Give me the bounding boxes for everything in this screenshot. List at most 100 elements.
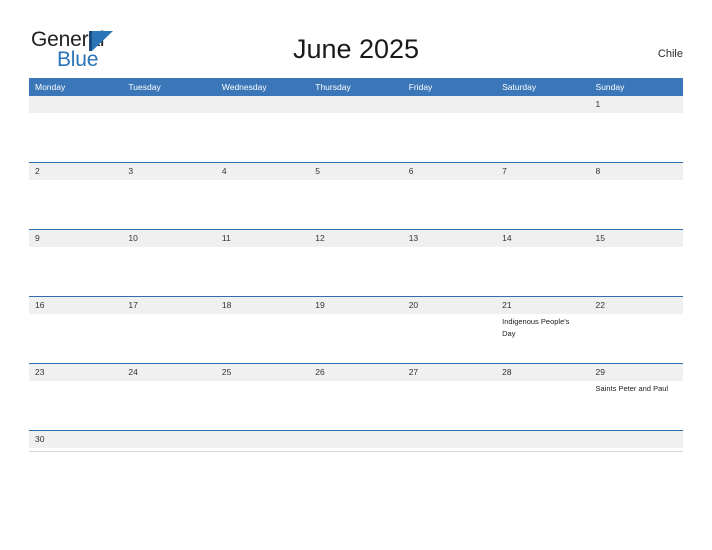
calendar-day-cell[interactable]: 27 [402, 364, 497, 430]
calendar-day-cell[interactable]: 16 [29, 297, 123, 363]
calendar-day-cell[interactable]: 18 [215, 297, 310, 363]
calendar-day-cell[interactable]: 10 [122, 230, 216, 296]
calendar-day-cell[interactable]: 17 [122, 297, 216, 363]
calendar-day-cell[interactable]: 20 [402, 297, 497, 363]
calendar-day-number: 2 [29, 163, 123, 180]
calendar-day-cell[interactable]: 11 [215, 230, 310, 296]
calendar-day-cell[interactable]: 2 [29, 163, 123, 229]
calendar-week-cells: 23 24 25 26 27 28 29 Saints Peter and Paul [29, 364, 683, 430]
calendar-day-number [122, 431, 216, 448]
calendar-day-number [29, 96, 123, 113]
calendar-day-cell[interactable]: 14 [496, 230, 590, 296]
calendar-week-cells: 9 10 11 12 13 14 15 [29, 230, 683, 296]
weekday-header-friday: Friday [408, 82, 433, 92]
calendar-day-number: 7 [496, 163, 590, 180]
calendar-day-cell-empty [122, 431, 216, 451]
calendar-day-number: 14 [496, 230, 590, 247]
weekday-header-monday: Monday [35, 82, 66, 92]
calendar-weeks: 1 2 3 4 5 6 7 8 9 10 11 12 13 14 15 16 17 18 19 20 21 Indigen… [29, 96, 683, 451]
calendar-page: General Blue June 2025 Chile Monday Tues… [0, 0, 712, 550]
calendar-day-cell[interactable]: 23 [29, 364, 123, 430]
calendar-day-number: 26 [309, 364, 403, 381]
calendar-day-cell[interactable]: 7 [496, 163, 590, 229]
calendar-day-cell-empty [402, 431, 497, 451]
calendar-day-cell[interactable]: 9 [29, 230, 123, 296]
calendar-day-number [215, 96, 310, 113]
calendar-day-number: 9 [29, 230, 123, 247]
calendar-day-cell[interactable]: 5 [309, 163, 403, 229]
calendar-week-row: 16 17 18 19 20 21 Indigenous People's Day 22 [29, 296, 683, 363]
calendar-day-number: 23 [29, 364, 123, 381]
calendar-day-cell-empty [122, 96, 216, 162]
calendar-day-number: 22 [589, 297, 683, 314]
calendar-week-row: 30 [29, 430, 683, 451]
calendar-day-number: 5 [309, 163, 403, 180]
calendar-day-number: 24 [122, 364, 216, 381]
calendar-day-number: 18 [215, 297, 310, 314]
calendar-day-number: 11 [215, 230, 310, 247]
calendar-day-cell[interactable]: 19 [309, 297, 403, 363]
calendar-day-number [402, 431, 497, 448]
calendar-day-number [589, 431, 683, 448]
calendar-day-cell-empty [309, 96, 403, 162]
calendar-day-cell[interactable]: 12 [309, 230, 403, 296]
calendar-day-cell[interactable]: 30 [29, 431, 123, 451]
calendar-day-number: 19 [309, 297, 403, 314]
calendar-day-number [309, 96, 403, 113]
calendar-day-cell[interactable]: 28 [496, 364, 590, 430]
calendar-day-number: 12 [309, 230, 403, 247]
calendar-day-cell-empty [589, 431, 683, 451]
calendar-day-cell[interactable]: 21 Indigenous People's Day [496, 297, 590, 363]
calendar-day-events: Indigenous People's Day [496, 314, 589, 339]
calendar-day-cell[interactable]: 13 [402, 230, 497, 296]
calendar-event[interactable]: Saints Peter and Paul [596, 383, 676, 395]
calendar-day-number: 8 [589, 163, 683, 180]
calendar-day-number: 27 [402, 364, 497, 381]
page-header: General Blue June 2025 Chile [0, 0, 712, 78]
calendar-week-row: 23 24 25 26 27 28 29 Saints Peter and Paul [29, 363, 683, 430]
calendar-week-row: 2345678 [29, 162, 683, 229]
calendar-week-row: 1 [29, 96, 683, 162]
calendar-day-number [309, 431, 403, 448]
calendar-week-cells: 1 [29, 96, 683, 162]
calendar-day-cell[interactable]: 8 [589, 163, 683, 229]
calendar-week-cells: 16 17 18 19 20 21 Indigenous People's Day 22 [29, 297, 683, 363]
weekday-header-row: Monday Tuesday Wednesday Thursday Friday… [29, 78, 683, 96]
calendar-bottom-rule [29, 451, 683, 452]
calendar-day-cell[interactable]: 3 [122, 163, 216, 229]
calendar-grid: Monday Tuesday Wednesday Thursday Friday… [29, 78, 683, 452]
page-title: June 2025 [292, 34, 420, 64]
calendar-day-number: 3 [122, 163, 216, 180]
calendar-day-number: 1 [589, 96, 683, 113]
calendar-day-cell[interactable]: 15 [589, 230, 683, 296]
calendar-day-number: 6 [402, 163, 497, 180]
calendar-day-cell-empty [215, 431, 310, 451]
weekday-header-sunday: Sunday [595, 82, 625, 92]
calendar-day-number: 20 [402, 297, 497, 314]
calendar-day-events: Saints Peter and Paul [590, 381, 683, 395]
calendar-day-number: 13 [402, 230, 497, 247]
calendar-day-cell-empty [215, 96, 310, 162]
calendar-day-number: 28 [496, 364, 590, 381]
calendar-day-number: 10 [122, 230, 216, 247]
calendar-day-cell[interactable]: 1 [589, 96, 683, 162]
calendar-day-cell[interactable]: 6 [402, 163, 497, 229]
calendar-day-cell[interactable]: 22 [589, 297, 683, 363]
calendar-day-number [496, 431, 590, 448]
calendar-day-cell[interactable]: 25 [215, 364, 310, 430]
calendar-day-cell[interactable]: 24 [122, 364, 216, 430]
weekday-header-tuesday: Tuesday [128, 82, 161, 92]
calendar-week-cells: 30 [29, 431, 683, 451]
calendar-day-cell-empty [496, 431, 590, 451]
calendar-day-cell[interactable]: 26 [309, 364, 403, 430]
calendar-day-cell[interactable]: 4 [215, 163, 310, 229]
calendar-day-cell[interactable]: 29 Saints Peter and Paul [589, 364, 683, 430]
calendar-event[interactable]: Indigenous People's Day [502, 316, 582, 339]
weekday-header-wednesday: Wednesday [221, 82, 267, 92]
calendar-day-number: 16 [29, 297, 123, 314]
calendar-day-number: 15 [589, 230, 683, 247]
calendar-day-number: 30 [29, 431, 123, 448]
weekday-header-saturday: Saturday [502, 82, 537, 92]
calendar-day-number: 4 [215, 163, 310, 180]
calendar-day-cell-empty [309, 431, 403, 451]
